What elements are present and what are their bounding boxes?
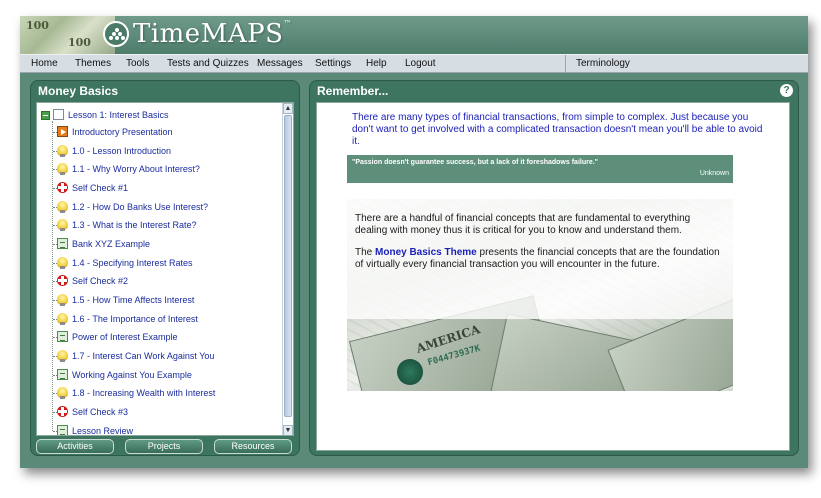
remember-panel: Remember... ? There are many types of fi…: [309, 80, 799, 456]
quote-text: "Passion doesn't guarantee success, but …: [352, 159, 598, 166]
example-icon: [57, 369, 68, 380]
lesson-tree: Lesson 1: Interest Basics Introductory P…: [36, 102, 294, 436]
lightbulb-icon: [57, 313, 68, 325]
tree-item-label: Self Check #2: [72, 276, 129, 286]
header-money-image: 100 100: [20, 16, 115, 54]
money-background-image: AMERICA F04473937K There are a handful o…: [347, 199, 733, 391]
tree-item-label: 1.2 - How Do Banks Use Interest?: [72, 202, 209, 212]
lightbulb-icon: [57, 201, 68, 213]
self-check-icon: [57, 275, 68, 286]
terminology-dropdown[interactable]: Terminology: [565, 55, 808, 73]
scroll-up-icon[interactable]: ▲: [283, 103, 293, 114]
panel-buttons: Activities Projects Resources: [36, 439, 294, 454]
collapse-icon[interactable]: [41, 111, 50, 120]
concepts-text: There are a handful of financial concept…: [355, 213, 691, 236]
content-area: There are many types of financial transa…: [316, 102, 790, 451]
quote-author: Unknown: [699, 170, 729, 177]
menu-themes[interactable]: Themes: [75, 58, 111, 69]
lightbulb-icon: [57, 163, 68, 175]
tree-item-label: Self Check #3: [72, 407, 129, 417]
example-icon: [57, 238, 68, 249]
menu-tools[interactable]: Tools: [126, 58, 149, 69]
tree-item-label: 1.0 - Lesson Introduction: [72, 146, 172, 156]
menu-help[interactable]: Help: [366, 58, 387, 69]
menu-logout[interactable]: Logout: [405, 58, 436, 69]
tree-item-label: Power of Interest Example: [72, 332, 178, 342]
lightbulb-icon: [57, 294, 68, 306]
tree-item-label: Working Against You Example: [72, 370, 192, 380]
quote-box: "Passion doesn't guarantee success, but …: [347, 155, 733, 183]
app-header: 100 100 TimeMAPS™: [20, 16, 808, 54]
tree-connector: [52, 121, 53, 431]
projects-button[interactable]: Projects: [125, 439, 203, 454]
tree-item-label: 1.8 - Increasing Wealth with Interest: [72, 388, 216, 398]
panel-title: Money Basics: [38, 84, 119, 98]
tree-item-label: 1.4 - Specifying Interest Rates: [72, 258, 193, 268]
bill-denomination: 100: [68, 36, 91, 49]
tree-item-label: Self Check #1: [72, 183, 129, 193]
treasury-seal-icon: [397, 359, 423, 385]
scroll-thumb[interactable]: [284, 115, 292, 417]
money-basics-panel: Money Basics Lesson 1: Interest Basics I…: [30, 80, 300, 456]
menu-bar: Home Themes Tools Tests and Quizzes Mess…: [20, 54, 808, 73]
menu-messages[interactable]: Messages: [257, 58, 303, 69]
lightbulb-icon: [57, 219, 68, 231]
self-check-icon: [57, 406, 68, 417]
tree-item-label: Bank XYZ Example: [72, 239, 151, 249]
tree-item-label: 1.7 - Interest Can Work Against You: [72, 351, 215, 361]
tree-item-label: 1.1 - Why Worry About Interest?: [72, 164, 200, 174]
panel-title: Remember...: [317, 84, 389, 98]
app-window: 100 100 TimeMAPS™ Home Themes Tools Test…: [20, 16, 808, 468]
scroll-down-icon[interactable]: ▼: [283, 425, 293, 435]
app-logo-text: TimeMAPS™: [133, 19, 292, 49]
self-check-icon: [57, 182, 68, 193]
bill-denomination: 100: [26, 19, 49, 32]
tree-item-label: Introductory Presentation: [72, 127, 173, 137]
example-icon: [57, 331, 68, 342]
tree-item-label: 1.5 - How Time Affects Interest: [72, 295, 195, 305]
lightbulb-icon: [57, 387, 68, 399]
menu-tests-and-quizzes[interactable]: Tests and Quizzes: [167, 58, 249, 69]
money-basics-theme-link[interactable]: Money Basics Theme: [375, 247, 477, 258]
resources-button[interactable]: Resources: [214, 439, 292, 454]
presentation-icon: [57, 126, 68, 137]
tree-item-label: 1.3 - What is the Interest Rate?: [72, 220, 197, 230]
intro-text: There are many types of financial transa…: [352, 112, 763, 147]
tree-item-label: Lesson 1: Interest Basics: [68, 110, 169, 120]
theme-description: The Money Basics Theme presents the fina…: [355, 247, 720, 270]
menu-settings[interactable]: Settings: [315, 58, 351, 69]
tree-item-label: Lesson Review: [72, 426, 134, 436]
lightbulb-icon: [57, 350, 68, 362]
lightbulb-icon: [57, 145, 68, 157]
logo-icon: [103, 21, 129, 47]
lesson-icon: [53, 109, 64, 120]
tree-scrollbar[interactable]: ▲ ▼: [282, 103, 293, 435]
help-icon[interactable]: ?: [780, 84, 793, 97]
lightbulb-icon: [57, 257, 68, 269]
menu-home[interactable]: Home: [31, 58, 58, 69]
activities-button[interactable]: Activities: [36, 439, 114, 454]
example-icon: [57, 425, 68, 435]
terminology-label: Terminology: [576, 58, 630, 69]
tree-item-label: 1.6 - The Importance of Interest: [72, 314, 198, 324]
